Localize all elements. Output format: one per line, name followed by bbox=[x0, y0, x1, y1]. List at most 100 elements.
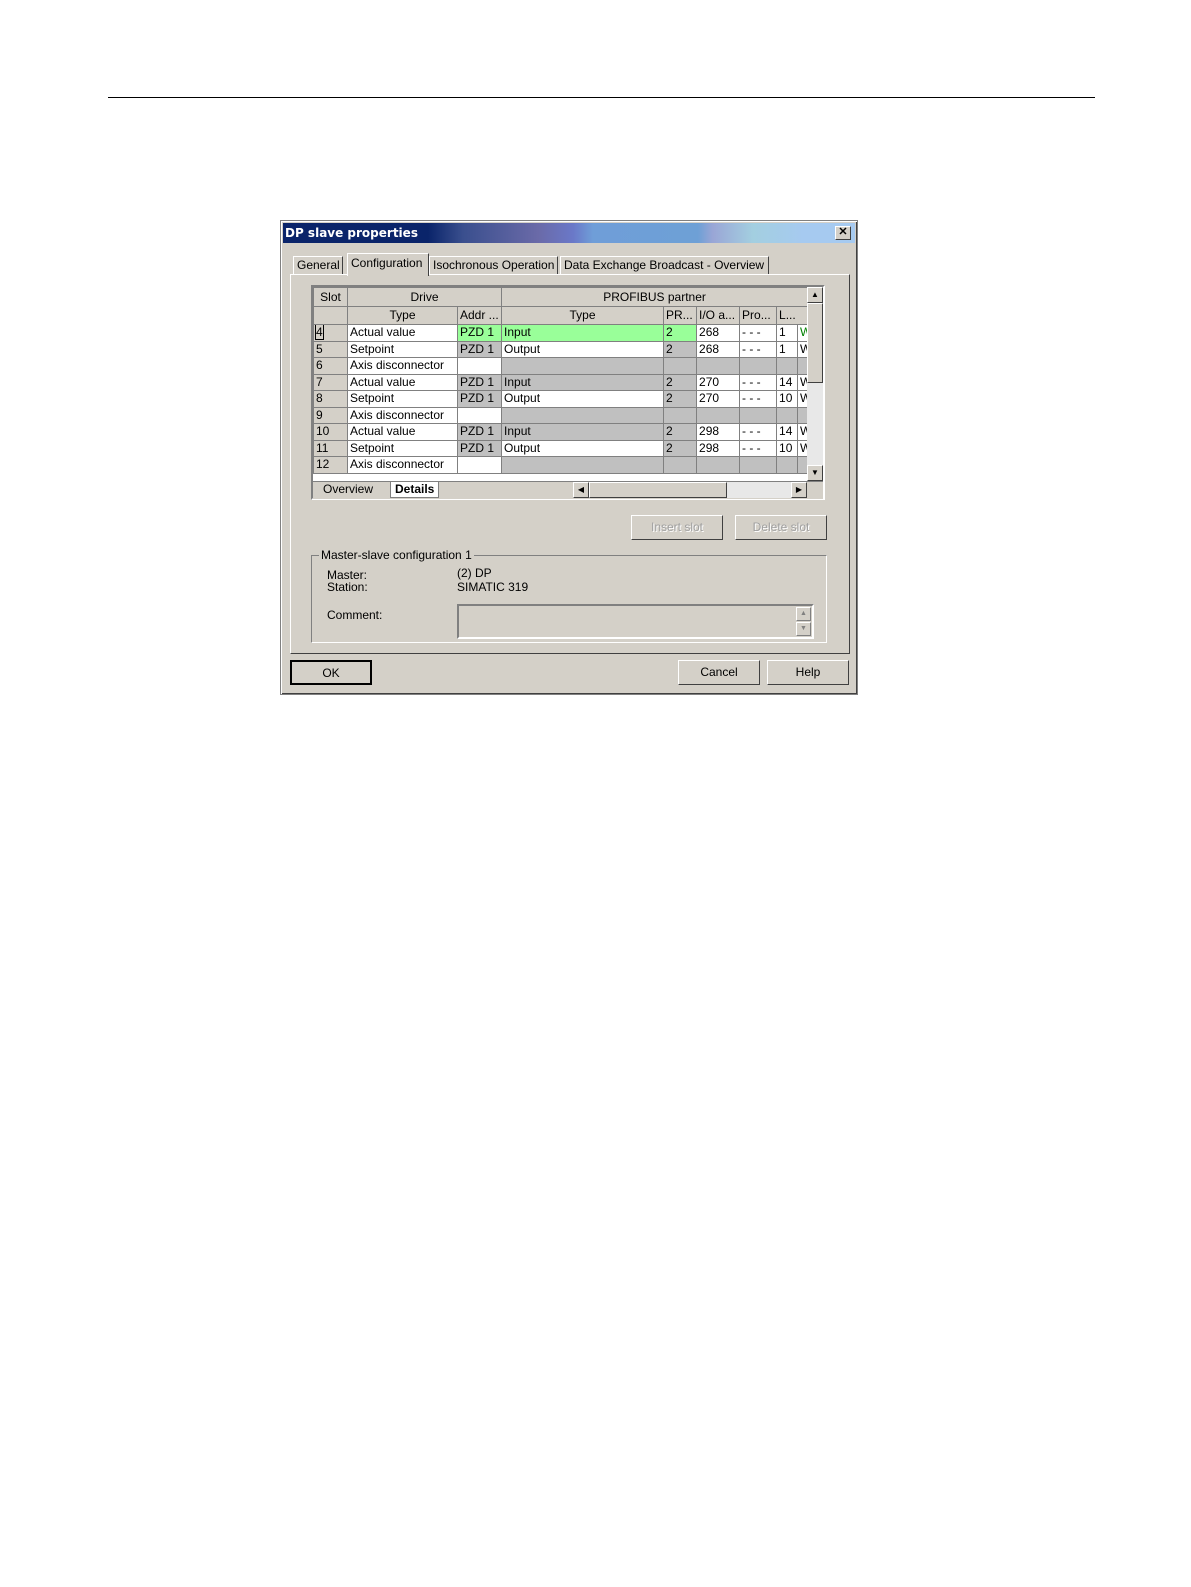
table-row[interactable]: 6 Axis disconnector bbox=[313, 357, 809, 375]
addr-cell[interactable]: PZD 1 bbox=[456, 340, 503, 358]
table-row[interactable]: 10Actual valuePZD 1Input2298- - -14W bbox=[313, 423, 809, 441]
cancel-button[interactable]: Cancel bbox=[678, 660, 760, 685]
partner-type-cell[interactable]: Output bbox=[501, 390, 665, 408]
slot-cell[interactable]: 8 bbox=[313, 390, 348, 408]
header-length[interactable]: L... bbox=[776, 306, 809, 325]
addr-cell[interactable] bbox=[456, 456, 503, 474]
process-image-cell[interactable] bbox=[739, 357, 778, 375]
vertical-scrollbar[interactable]: ▲ ▼ bbox=[807, 287, 823, 481]
process-image-cell[interactable] bbox=[739, 456, 778, 474]
io-address-cell[interactable] bbox=[696, 406, 741, 424]
scroll-left-button[interactable]: ◀ bbox=[573, 482, 589, 498]
slot-cell[interactable]: 9 bbox=[313, 406, 348, 424]
tab-isochronous-operation[interactable]: Isochronous Operation bbox=[429, 256, 558, 275]
pr-cell[interactable]: 2 bbox=[663, 390, 698, 408]
table-row[interactable]: 11SetpointPZD 1Output2298- - -10W bbox=[313, 439, 809, 457]
drive-type-cell[interactable]: Setpoint bbox=[347, 390, 458, 408]
table-row[interactable]: 4Actual valuePZD 1Input2268- - -1W bbox=[313, 324, 809, 342]
drive-type-cell[interactable]: Axis disconnector bbox=[347, 406, 458, 424]
length-cell[interactable] bbox=[776, 357, 799, 375]
table-row[interactable]: 12 Axis disconnector bbox=[313, 456, 809, 474]
addr-cell[interactable]: PZD 1 bbox=[456, 439, 503, 457]
header-profibus-partner[interactable]: PROFIBUS partner bbox=[501, 287, 809, 307]
process-image-cell[interactable]: - - - bbox=[739, 423, 778, 441]
header-partner-type[interactable]: Type bbox=[501, 306, 665, 325]
horizontal-scroll-thumb[interactable] bbox=[589, 482, 727, 498]
pr-cell[interactable]: 2 bbox=[663, 373, 698, 391]
comment-field[interactable]: ▲ ▼ bbox=[457, 604, 814, 639]
length-cell[interactable] bbox=[776, 456, 799, 474]
partner-type-cell[interactable]: Input bbox=[501, 423, 665, 441]
drive-type-cell[interactable]: Setpoint bbox=[347, 340, 458, 358]
table-row[interactable]: 9 Axis disconnector bbox=[313, 406, 809, 424]
help-button[interactable]: Help bbox=[767, 660, 849, 685]
length-cell[interactable] bbox=[776, 406, 799, 424]
slot-cell[interactable]: 4 bbox=[313, 324, 348, 342]
drive-type-cell[interactable]: Actual value bbox=[347, 324, 458, 342]
ok-button[interactable]: OK bbox=[290, 660, 372, 685]
tab-data-exchange-broadcast[interactable]: Data Exchange Broadcast - Overview bbox=[560, 256, 769, 275]
vertical-scroll-thumb[interactable] bbox=[807, 303, 823, 383]
io-address-cell[interactable]: 270 bbox=[696, 373, 741, 391]
pr-cell[interactable]: 2 bbox=[663, 439, 698, 457]
io-address-cell[interactable]: 270 bbox=[696, 390, 741, 408]
header-drive-type[interactable]: Type bbox=[347, 306, 458, 325]
close-button[interactable]: ✕ bbox=[835, 226, 851, 240]
scroll-up-button[interactable]: ▲ bbox=[807, 287, 823, 303]
process-image-cell[interactable] bbox=[739, 406, 778, 424]
length-cell[interactable]: 14 bbox=[776, 423, 799, 441]
partner-type-cell[interactable] bbox=[501, 357, 665, 375]
table-row[interactable]: 7Actual valuePZD 1Input2270- - -14W bbox=[313, 373, 809, 391]
partner-type-cell[interactable] bbox=[501, 456, 665, 474]
insert-slot-button[interactable]: Insert slot bbox=[631, 515, 723, 540]
scroll-down-button[interactable]: ▼ bbox=[807, 465, 823, 481]
pr-cell[interactable]: 2 bbox=[663, 340, 698, 358]
sheet-tab-overview[interactable]: Overview bbox=[319, 482, 377, 497]
header-slot[interactable]: Slot bbox=[313, 287, 348, 307]
partner-type-cell[interactable]: Output bbox=[501, 439, 665, 457]
horizontal-scrollbar[interactable]: ◀ ▶ bbox=[573, 482, 807, 498]
drive-type-cell[interactable]: Axis disconnector bbox=[347, 357, 458, 375]
partner-type-cell[interactable]: Output bbox=[501, 340, 665, 358]
length-cell[interactable]: 10 bbox=[776, 439, 799, 457]
pr-cell[interactable]: 2 bbox=[663, 423, 698, 441]
pr-cell[interactable]: 2 bbox=[663, 324, 698, 342]
process-image-cell[interactable]: - - - bbox=[739, 390, 778, 408]
length-cell[interactable]: 14 bbox=[776, 373, 799, 391]
addr-cell[interactable]: PZD 1 bbox=[456, 390, 503, 408]
partner-type-cell[interactable]: Input bbox=[501, 324, 665, 342]
addr-cell[interactable]: PZD 1 bbox=[456, 423, 503, 441]
table-row[interactable]: 8SetpointPZD 1Output2270- - -10W bbox=[313, 390, 809, 408]
header-drive[interactable]: Drive bbox=[346, 287, 503, 307]
io-address-cell[interactable]: 268 bbox=[696, 340, 741, 358]
io-address-cell[interactable]: 298 bbox=[696, 423, 741, 441]
header-pr[interactable]: PR... bbox=[663, 306, 698, 325]
drive-type-cell[interactable]: Actual value bbox=[347, 373, 458, 391]
io-address-cell[interactable] bbox=[696, 357, 741, 375]
process-image-cell[interactable]: - - - bbox=[739, 373, 778, 391]
slot-cell[interactable]: 10 bbox=[313, 423, 348, 441]
title-bar[interactable]: DP slave properties ✕ bbox=[283, 223, 855, 243]
comment-scroll-up[interactable]: ▲ bbox=[796, 607, 811, 621]
addr-cell[interactable]: PZD 1 bbox=[456, 373, 503, 391]
drive-type-cell[interactable]: Actual value bbox=[347, 423, 458, 441]
pr-cell[interactable] bbox=[663, 406, 698, 424]
slot-cell[interactable]: 7 bbox=[313, 373, 348, 391]
partner-type-cell[interactable] bbox=[501, 406, 665, 424]
length-cell[interactable]: 1 bbox=[776, 324, 799, 342]
tab-configuration[interactable]: Configuration bbox=[347, 253, 429, 276]
pr-cell[interactable] bbox=[663, 456, 698, 474]
slot-cell[interactable]: 12 bbox=[313, 456, 348, 474]
addr-cell[interactable]: PZD 1 bbox=[456, 324, 503, 342]
comment-scroll-down[interactable]: ▼ bbox=[796, 622, 811, 636]
io-address-cell[interactable]: 298 bbox=[696, 439, 741, 457]
pr-cell[interactable] bbox=[663, 357, 698, 375]
length-cell[interactable]: 1 bbox=[776, 340, 799, 358]
addr-cell[interactable] bbox=[456, 406, 503, 424]
header-addr[interactable]: Addr ... bbox=[456, 306, 503, 325]
slot-cell[interactable]: 5 bbox=[313, 340, 348, 358]
header-process-image[interactable]: Pro... bbox=[739, 306, 778, 325]
addr-cell[interactable] bbox=[456, 357, 503, 375]
drive-type-cell[interactable]: Axis disconnector bbox=[347, 456, 458, 474]
slot-cell[interactable]: 6 bbox=[313, 357, 348, 375]
